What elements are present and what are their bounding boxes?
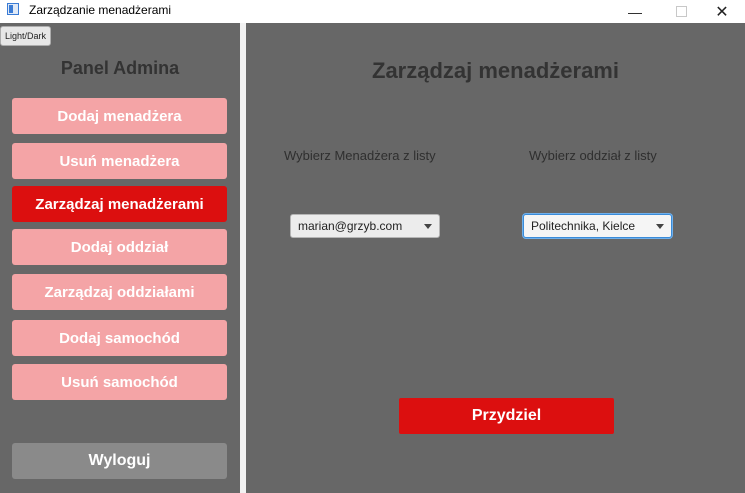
manager-select-value: marian@grzyb.com: [298, 219, 403, 233]
add-manager-button[interactable]: Dodaj menadżera: [12, 98, 227, 134]
manager-select-label: Wybierz Menadżera z listy: [284, 148, 436, 163]
minimize-icon: —: [628, 3, 642, 20]
sidebar: Light/Dark Panel Admina Dodaj menadżera …: [0, 23, 240, 493]
branch-select-label: Wybierz oddział z listy: [529, 148, 657, 163]
app-icon: [7, 3, 19, 15]
branch-select-value: Politechnika, Kielce: [531, 219, 636, 233]
manage-branches-button[interactable]: Zarządzaj oddziałami: [12, 274, 227, 310]
manage-managers-button[interactable]: Zarządzaj menadżerami: [12, 186, 227, 222]
add-car-button[interactable]: Dodaj samochód: [12, 320, 227, 356]
logout-button[interactable]: Wyloguj: [12, 443, 227, 479]
title-bar: Zarządzanie menadżerami — ✕: [0, 0, 745, 23]
remove-manager-button[interactable]: Usuń menadżera: [12, 143, 227, 179]
maximize-button[interactable]: [658, 0, 704, 23]
chevron-down-icon: [656, 224, 664, 229]
close-icon: ✕: [715, 3, 729, 21]
minimize-button[interactable]: —: [612, 0, 658, 23]
assign-button[interactable]: Przydziel: [399, 398, 614, 434]
theme-toggle-button[interactable]: Light/Dark: [0, 26, 52, 46]
manager-select[interactable]: marian@grzyb.com: [290, 214, 440, 238]
window-title: Zarządzanie menadżerami: [29, 3, 172, 17]
chevron-down-icon: [424, 224, 432, 229]
remove-car-button[interactable]: Usuń samochód: [12, 364, 227, 400]
branch-select[interactable]: Politechnika, Kielce: [523, 214, 672, 238]
page-title: Zarządzaj menadżerami: [372, 58, 619, 83]
add-branch-button[interactable]: Dodaj oddział: [12, 229, 227, 265]
maximize-icon: [675, 6, 687, 17]
sidebar-title: Panel Admina: [60, 58, 180, 78]
close-button[interactable]: ✕: [699, 0, 745, 23]
main-panel: Zarządzaj menadżerami Wybierz Menadżera …: [246, 23, 745, 493]
